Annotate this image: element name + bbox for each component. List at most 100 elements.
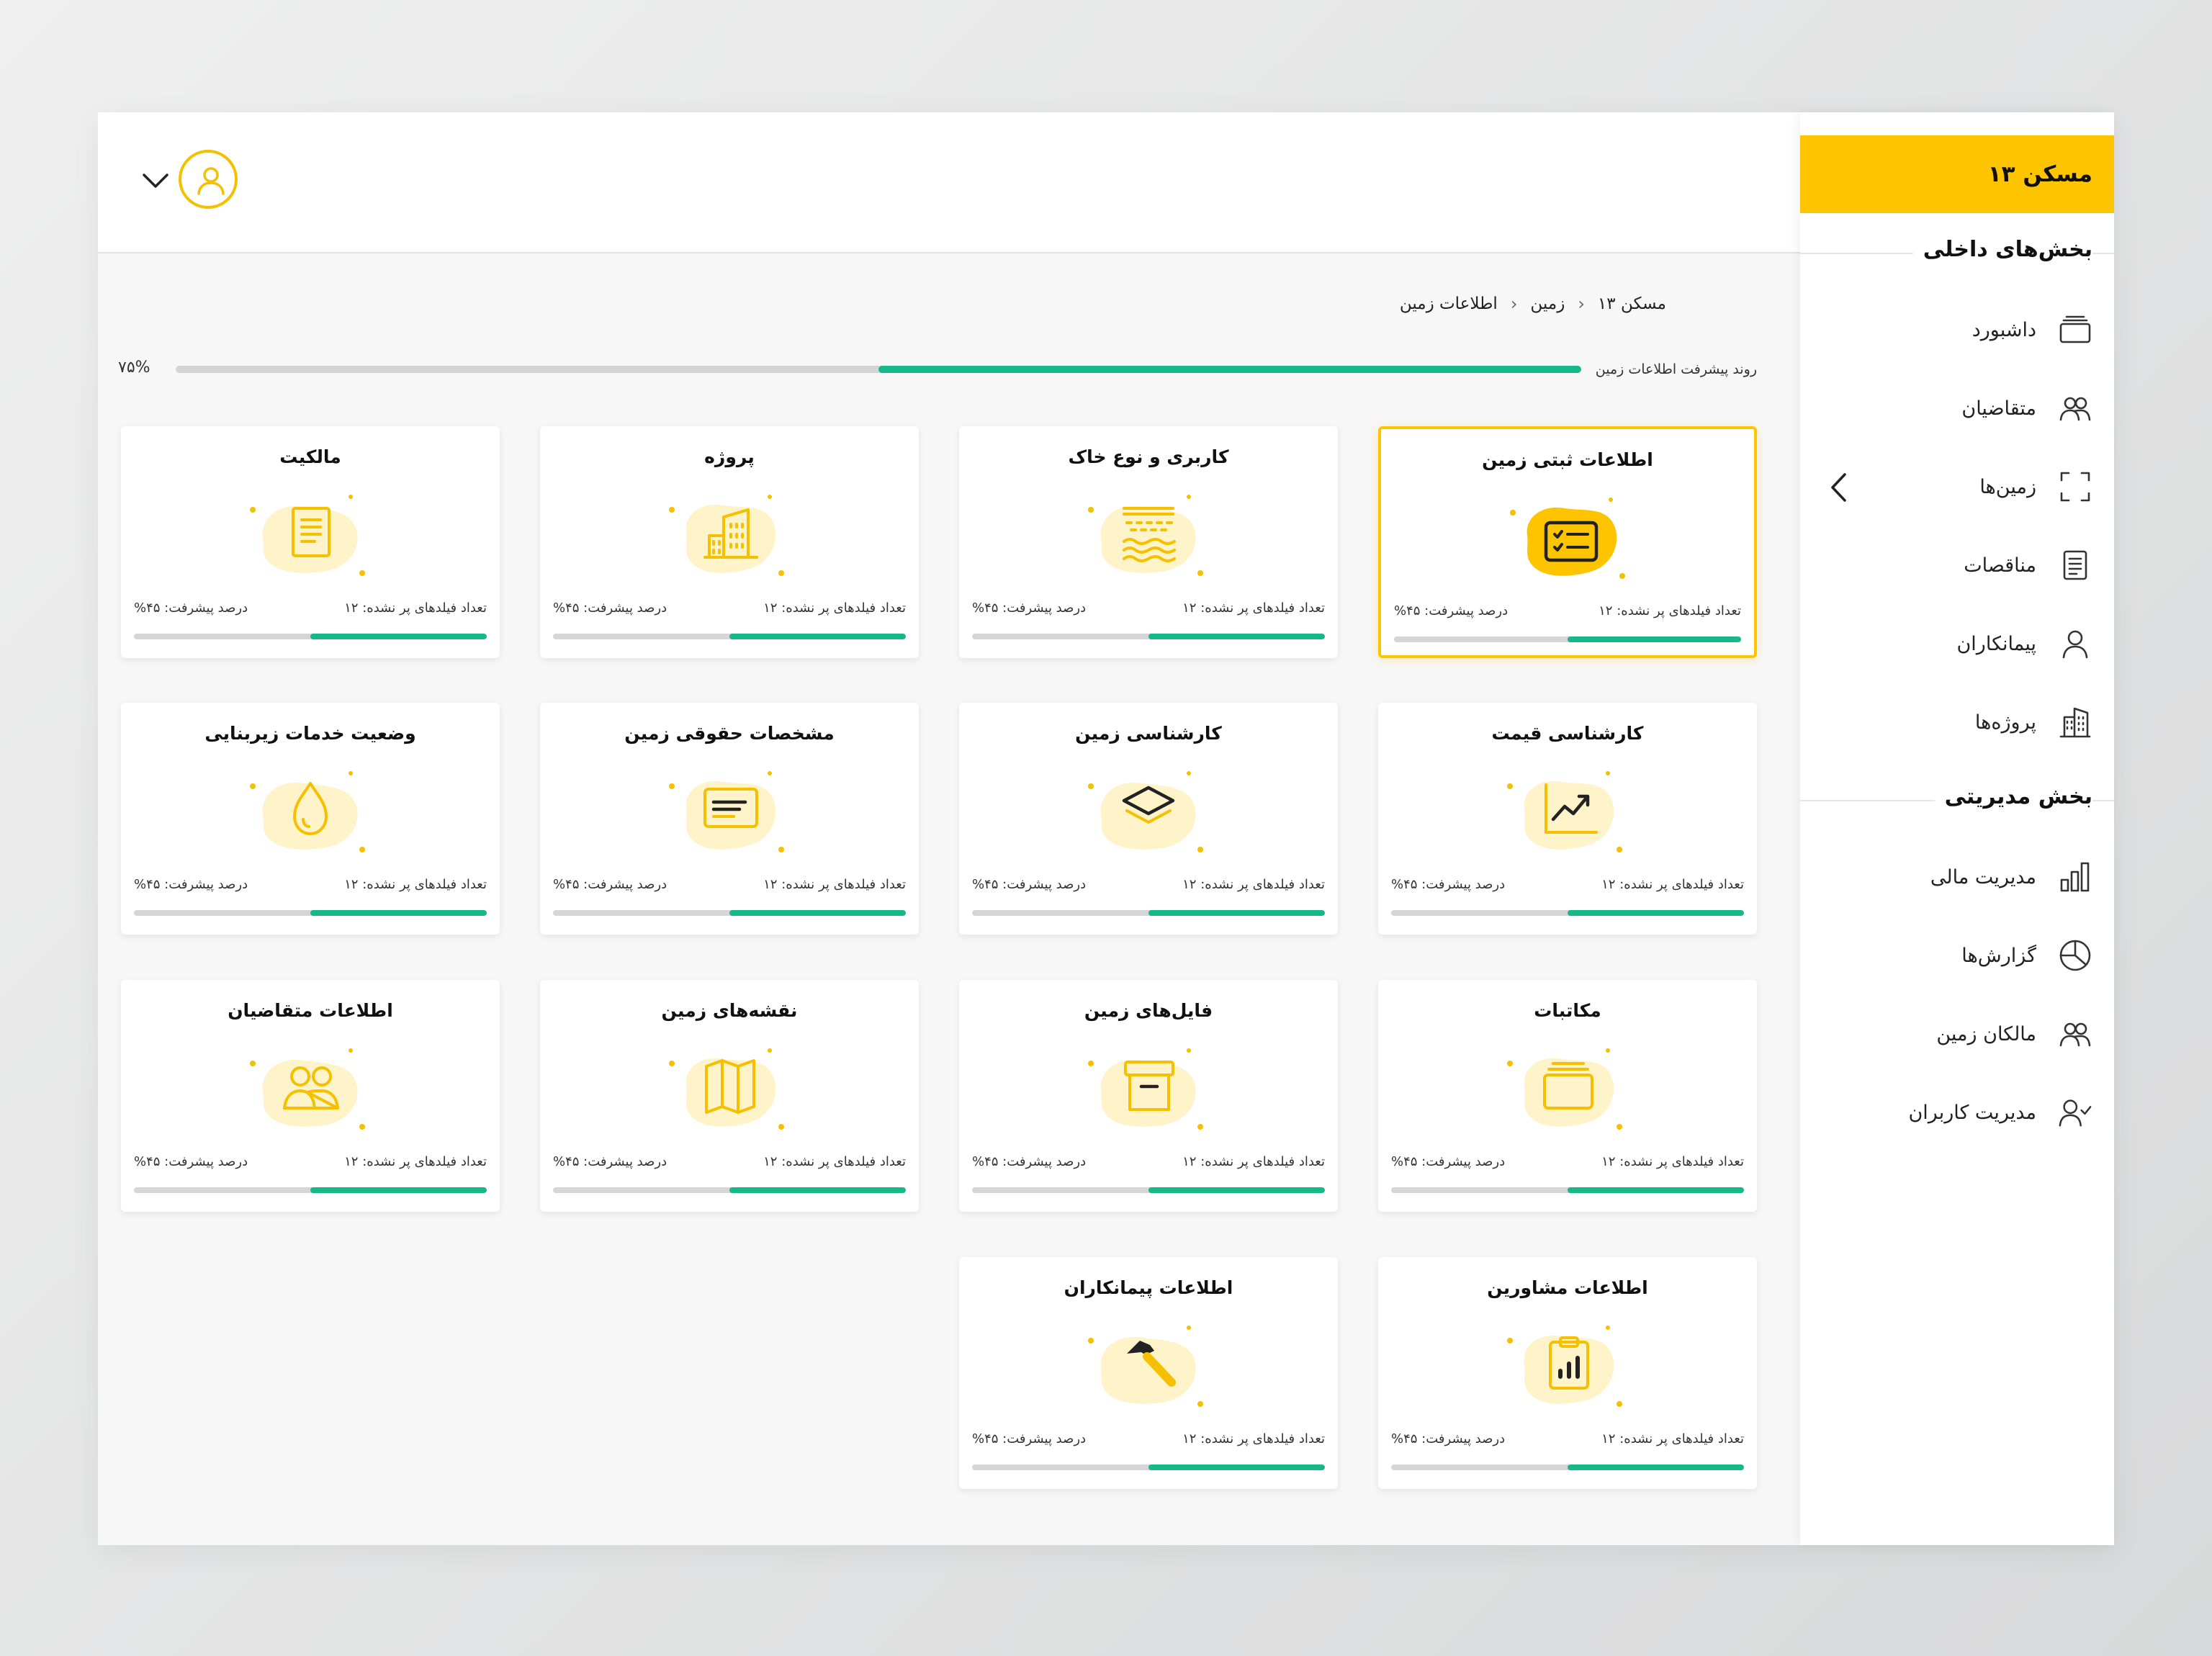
trend-chart-icon [1507,771,1622,852]
card-meta: تعداد فیلدهای پر نشده: ۱۲ درصد پیشرفت: ۴… [972,1431,1325,1446]
users-icon [250,1048,365,1130]
card-unfilled-fields: تعداد فیلدهای پر نشده: ۱۲ [763,600,906,616]
card-meta: تعداد فیلدهای پر نشده: ۱۲ درصد پیشرفت: ۴… [134,877,487,892]
overall-progress-label: روند پیشرفت اطلاعات زمین [1595,361,1757,377]
sidebar-item[interactable]: زمین‌ها [1819,465,2092,508]
category-card[interactable]: کارشناسی زمین تعداد فیلدهای پر نشده: ۱۲ … [959,703,1338,935]
folder-icon [1507,1048,1622,1130]
buildings-icon [669,495,784,576]
category-card[interactable]: مکاتبات تعداد فیلدهای پر نشده: ۱۲ درصد پ… [1378,980,1757,1212]
card-progress-fill [729,910,906,916]
deed-document-icon [250,495,365,576]
sidebar-item[interactable]: مالکان زمین [1819,1012,2092,1056]
card-progress-text: درصد پیشرفت: ۴۵% [134,600,248,616]
card-progress-bar [553,910,906,916]
card-progress-text: درصد پیشرفت: ۴۵% [134,1154,248,1169]
chevron-left-icon[interactable] [1827,471,1849,504]
card-unfilled-fields: تعداد فیلدهای پر نشده: ۱۲ [1182,1431,1325,1446]
card-progress-bar [1391,1187,1744,1193]
card-title: وضعیت خدمات زیربنایی [204,723,416,744]
card-progress-bar [134,910,487,916]
sidebar-item-label: داشبورد [1972,318,2036,341]
building-icon [2058,705,2092,739]
category-card[interactable]: فایل‌های زمین تعداد فیلدهای پر نشده: ۱۲ … [959,980,1338,1212]
card-title: پروژه [704,446,755,467]
card-progress-fill [310,910,487,916]
sidebar-item[interactable]: پیمانکاران [1819,622,2092,665]
card-progress-text: درصد پیشرفت: ۴۵% [972,1431,1087,1446]
card-progress-text: درصد پیشرفت: ۴۵% [1391,1154,1506,1169]
card-progress-text: درصد پیشرفت: ۴۵% [1391,877,1506,892]
overall-progress-bar [176,366,1581,373]
user-icon [197,167,225,195]
card-meta: تعداد فیلدهای پر نشده: ۱۲ درصد پیشرفت: ۴… [972,1154,1325,1169]
sidebar-item[interactable]: مدیریت مالی [1819,855,2092,899]
category-card[interactable]: اطلاعات متقاضیان تعداد فیلدهای پر نشده: … [121,980,500,1212]
card-title: کارشناسی زمین [1075,723,1222,744]
card-progress-text: درصد پیشرفت: ۴۵% [972,600,1087,616]
breadcrumb-item[interactable]: مسکن ۱۳ [1598,294,1666,313]
map-icon [669,1048,784,1130]
card-unfilled-fields: تعداد فیلدهای پر نشده: ۱۲ [1601,1431,1744,1446]
card-title: فایل‌های زمین [1084,1000,1213,1021]
card-title: اطلاعات پیمانکاران [1064,1277,1233,1298]
top-header [98,112,1800,253]
card-title: کاربری و نوع خاک [1068,446,1229,467]
category-card[interactable]: نقشه‌های زمین تعداد فیلدهای پر نشده: ۱۲ … [540,980,919,1212]
card-progress-bar [1394,636,1741,642]
category-card[interactable]: کارشناسی قیمت تعداد فیلدهای پر نشده: ۱۲ … [1378,703,1757,935]
card-title: اطلاعات متقاضیان [228,1000,393,1021]
sidebar-item-label: متقاضیان [1961,397,2036,420]
breadcrumb-item-current: اطلاعات زمین [1399,294,1498,313]
brand-title[interactable]: مسکن ۱۳ [1800,135,2114,213]
avatar[interactable] [179,150,238,209]
pie-chart-icon [2058,938,2092,973]
category-card[interactable]: مشخصات حقوقی زمین تعداد فیلدهای پر نشده:… [540,703,919,935]
card-meta: تعداد فیلدهای پر نشده: ۱۲ درصد پیشرفت: ۴… [134,1154,487,1169]
sidebar-item[interactable]: داشبورد [1819,308,2092,351]
sidebar-item-label: مناقصات [1964,554,2036,577]
card-progress-fill [1568,1464,1744,1470]
layers-icon [1088,771,1203,852]
breadcrumb-item[interactable]: زمین [1530,294,1565,313]
category-card[interactable]: اطلاعات پیمانکاران تعداد فیلدهای پر نشده… [959,1257,1338,1489]
card-meta: تعداد فیلدهای پر نشده: ۱۲ درصد پیشرفت: ۴… [972,877,1325,892]
card-progress-text: درصد پیشرفت: ۴۵% [553,877,667,892]
card-progress-text: درصد پیشرفت: ۴۵% [1394,603,1509,618]
card-title: مکاتبات [1534,1000,1601,1021]
sidebar-item[interactable]: مناقصات [1819,544,2092,587]
clipboard-chart-icon [1507,1326,1622,1407]
card-progress-text: درصد پیشرفت: ۴۵% [134,877,248,892]
sidebar-item[interactable]: پروژه‌ها [1819,701,2092,744]
card-progress-fill [1148,634,1325,639]
sidebar-item[interactable]: مدیریت کاربران [1819,1091,2092,1134]
sidebar-item[interactable]: گزارش‌ها [1819,934,2092,977]
card-progress-fill [310,1187,487,1193]
card-unfilled-fields: تعداد فیلدهای پر نشده: ۱۲ [1182,600,1325,616]
card-progress-fill [1568,910,1744,916]
chevron-left-icon: ‹ [1578,294,1585,314]
card-meta: تعداد فیلدهای پر نشده: ۱۲ درصد پیشرفت: ۴… [553,877,906,892]
category-card[interactable]: مالکیت تعداد فیلدهای پر نشده: ۱۲ درصد پی… [121,426,500,658]
category-card[interactable]: اطلاعات ثبتی زمین تعداد فیلدهای پر نشده:… [1378,426,1757,658]
card-unfilled-fields: تعداد فیلدهای پر نشده: ۱۲ [344,600,487,616]
card-progress-bar [134,634,487,639]
sidebar-item[interactable]: متقاضیان [1819,387,2092,430]
frame-icon [2058,469,2092,504]
category-card[interactable]: پروژه تعداد فیلدهای پر نشده: ۱۲ درصد پیش… [540,426,919,658]
sidebar-item-label: پروژه‌ها [1974,711,2036,734]
chevron-down-icon[interactable] [141,171,170,190]
card-progress-text: درصد پیشرفت: ۴۵% [972,877,1087,892]
card-progress-bar [972,1464,1325,1470]
category-card[interactable]: اطلاعات مشاورین تعداد فیلدهای پر نشده: ۱… [1378,1257,1757,1489]
users-icon [2058,1017,2092,1051]
category-card[interactable]: وضعیت خدمات زیربنایی تعداد فیلدهای پر نش… [121,703,500,935]
card-meta: تعداد فیلدهای پر نشده: ۱۲ درصد پیشرفت: ۴… [134,600,487,616]
card-meta: تعداد فیلدهای پر نشده: ۱۲ درصد پیشرفت: ۴… [1391,877,1744,892]
water-drop-icon [250,771,365,852]
card-title: اطلاعات ثبتی زمین [1482,449,1653,470]
card-progress-text: درصد پیشرفت: ۴۵% [553,600,667,616]
section-title-admin: بخش مدیریتی [1934,784,2092,809]
card-unfilled-fields: تعداد فیلدهای پر نشده: ۱۲ [1601,1154,1744,1169]
category-card[interactable]: کاربری و نوع خاک تعداد فیلدهای پر نشده: … [959,426,1338,658]
